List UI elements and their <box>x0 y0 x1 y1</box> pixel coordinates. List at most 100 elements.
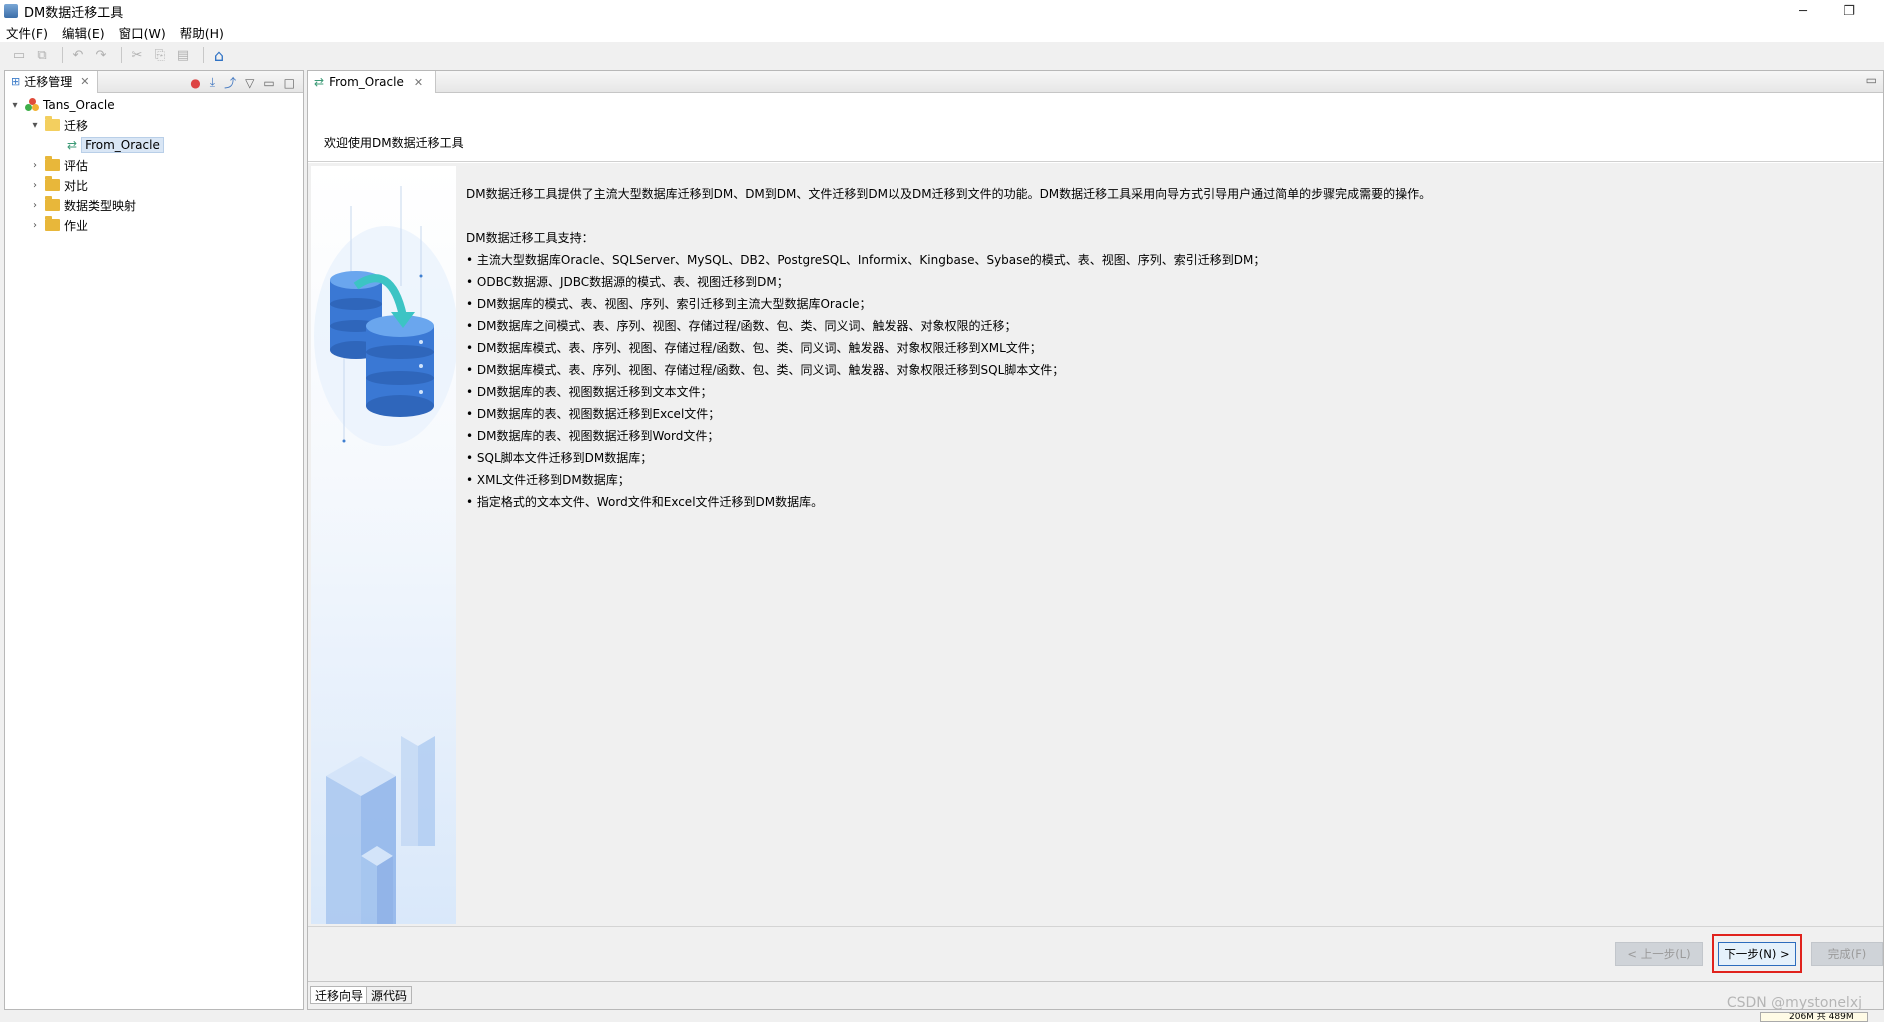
feature-item: • DM数据库模式、表、序列、视图、存储过程/函数、包、类、同义词、触发器、对象… <box>466 341 1042 355</box>
tab-source-code[interactable]: 源代码 <box>366 986 413 1004</box>
save-all-icon[interactable]: ⧉ <box>33 46 51 64</box>
editor-area: ⇄ From_Oracle ✕ ▭ 欢迎使用DM数据迁移工具 DM数据迁移工具提… <box>307 70 1884 1010</box>
feature-item: • DM数据库之间模式、表、序列、视图、存储过程/函数、包、类、同义词、触发器、… <box>466 319 1017 333</box>
copy-icon[interactable]: ⎘ <box>151 46 169 64</box>
tree-label-assess: 评估 <box>64 158 89 173</box>
menu-window[interactable]: 窗口(W) <box>119 23 166 42</box>
restore-button[interactable]: ❐ <box>1826 0 1872 22</box>
close-icon[interactable]: ✕ <box>414 76 423 89</box>
export-icon[interactable]: ⤴ <box>224 74 236 91</box>
tree-label-from-oracle: From_Oracle <box>81 137 164 153</box>
toolbar-separator <box>121 47 122 63</box>
feature-item: • ODBC数据源、JDBC数据源的模式、表、视图迁移到DM； <box>466 275 789 289</box>
wizard-description: DM数据迁移工具提供了主流大型数据库迁移到DM、DM到DM、文件迁移到DM以及D… <box>466 183 1866 513</box>
tree-label-type-mapping: 数据类型映射 <box>64 198 137 213</box>
close-icon[interactable]: ✕ <box>80 75 89 88</box>
menu-file[interactable]: 文件(F) <box>6 23 48 42</box>
editor-bottom-tabs: 迁移向导 源代码 <box>308 981 1883 1009</box>
toolbar-separator <box>203 47 204 63</box>
chevron-right-icon[interactable]: › <box>29 200 41 211</box>
editor-tab-bar: ⇄ From_Oracle ✕ ▭ <box>308 71 1883 93</box>
undo-icon[interactable]: ↶ <box>69 46 87 64</box>
panel-tools: ● ⤓ ⤴ ▽ ▭ □ <box>181 74 295 91</box>
feature-item: • DM数据库的表、视图数据迁移到Word文件； <box>466 429 720 443</box>
toolbar-separator <box>62 47 63 63</box>
tree-label-migrate: 迁移 <box>64 118 89 133</box>
memory-indicator[interactable]: 206M 共 489M <box>1760 1012 1868 1022</box>
tab-label: 迁移管理 <box>24 75 73 89</box>
save-icon[interactable]: ▭ <box>10 46 28 64</box>
wizard-header: 欢迎使用DM数据迁移工具 <box>308 94 1883 162</box>
tab-migration-wizard[interactable]: 迁移向导 <box>310 986 369 1004</box>
folder-icon <box>45 156 60 171</box>
migration-manager-panel: ⊞ 迁移管理 ✕ ● ⤓ ⤴ ▽ ▭ □ ▾ Tans_Oracle ▾ 迁移 <box>4 70 304 1010</box>
minimize-button[interactable]: ─ <box>1780 0 1826 22</box>
tree-item-compare[interactable]: › 对比 <box>5 175 303 195</box>
folder-open-icon <box>45 116 60 131</box>
finish-button[interactable]: 完成(F) <box>1811 942 1883 966</box>
chevron-right-icon[interactable]: › <box>29 180 41 191</box>
next-button[interactable]: 下一步(N) > <box>1718 942 1796 966</box>
feature-item: • 指定格式的文本文件、Word文件和Excel文件迁移到DM数据库。 <box>466 495 824 509</box>
tree-item-migrate[interactable]: ▾ 迁移 <box>5 115 303 135</box>
project-tree: ▾ Tans_Oracle ▾ 迁移 ⇄ From_Oracle › 评估 › … <box>5 93 303 235</box>
tree-item-type-mapping[interactable]: › 数据类型映射 <box>5 195 303 215</box>
database-icon-right <box>366 315 434 417</box>
minimize-icon[interactable]: ▭ <box>1866 73 1877 87</box>
tree-item-assess[interactable]: › 评估 <box>5 155 303 175</box>
tree-label-root: Tans_Oracle <box>43 98 115 112</box>
menu-edit[interactable]: 编辑(E) <box>62 23 105 42</box>
tree-item-root[interactable]: ▾ Tans_Oracle <box>5 95 303 115</box>
feature-item: • SQL脚本文件迁移到DM数据库； <box>466 451 653 465</box>
title-bar: DM数据迁移工具 ─ ❐ <box>0 0 1884 22</box>
menu-bar: 文件(F) 编辑(E) 窗口(W) 帮助(H) <box>0 22 1884 42</box>
chevron-right-icon[interactable]: › <box>29 220 41 231</box>
intro-text: DM数据迁移工具提供了主流大型数据库迁移到DM、DM到DM、文件迁移到DM以及D… <box>466 187 1432 201</box>
chevron-down-icon[interactable]: ▾ <box>9 100 21 111</box>
window-title: DM数据迁移工具 <box>24 5 124 21</box>
tree-icon: ⊞ <box>11 75 21 88</box>
migration-icon: ⇄ <box>314 75 325 89</box>
folder-icon <box>45 216 60 231</box>
feature-item: • DM数据库模式、表、序列、视图、存储过程/函数、包、类、同义词、触发器、对象… <box>466 363 1065 377</box>
project-icon <box>25 98 39 112</box>
chevron-right-icon[interactable]: › <box>29 160 41 171</box>
feature-item: • DM数据库的模式、表、视图、序列、索引迁移到主流大型数据库Oracle； <box>466 297 872 311</box>
prev-button[interactable]: < 上一步(L) <box>1615 942 1703 966</box>
cut-icon[interactable]: ✂ <box>128 46 146 64</box>
redo-icon[interactable]: ↷ <box>92 46 110 64</box>
wizard-buttons: < 上一步(L) 下一步(N) > 完成(F) <box>308 926 1883 981</box>
tree-item-jobs[interactable]: › 作业 <box>5 215 303 235</box>
maximize-icon[interactable]: □ <box>284 76 295 90</box>
feature-item: • XML文件迁移到DM数据库； <box>466 473 630 487</box>
feature-item: • DM数据库的表、视图数据迁移到Excel文件； <box>466 407 721 421</box>
tree-label-jobs: 作业 <box>64 218 89 233</box>
new-project-icon[interactable]: ● <box>190 76 200 90</box>
tab-from-oracle[interactable]: ⇄ From_Oracle ✕ <box>308 71 436 93</box>
panel-header: ⊞ 迁移管理 ✕ ● ⤓ ⤴ ▽ ▭ □ <box>5 70 303 93</box>
toolbar: ▭ ⧉ ↶ ↷ ✂ ⎘ ▤ ⌂ <box>0 42 1884 68</box>
chevron-down-icon[interactable]: ▾ <box>29 120 41 131</box>
status-bar <box>0 1012 1884 1022</box>
cube-decoration <box>326 726 435 924</box>
tab-label: From_Oracle <box>329 75 404 89</box>
tree-item-from-oracle[interactable]: ⇄ From_Oracle <box>5 135 303 155</box>
folder-icon <box>45 196 60 211</box>
database-migration-illustration <box>314 186 458 924</box>
wizard-content: DM数据迁移工具提供了主流大型数据库迁移到DM、DM到DM、文件迁移到DM以及D… <box>308 163 1883 926</box>
watermark: CSDN @mystonelxj <box>1726 995 1862 1011</box>
database-illustration <box>311 166 458 924</box>
wizard-title: 欢迎使用DM数据迁移工具 <box>324 136 464 150</box>
app-icon <box>4 4 18 18</box>
folder-icon <box>45 176 60 191</box>
minimize-icon[interactable]: ▭ <box>263 76 274 90</box>
import-icon[interactable]: ⤓ <box>210 75 215 90</box>
menu-help[interactable]: 帮助(H) <box>180 23 224 42</box>
migration-icon: ⇄ <box>67 138 78 152</box>
view-menu-icon[interactable]: ▽ <box>245 76 254 90</box>
paste-icon[interactable]: ▤ <box>174 46 192 64</box>
tab-migration-manager[interactable]: ⊞ 迁移管理 ✕ <box>5 70 99 93</box>
support-title: DM数据迁移工具支持： <box>466 231 594 245</box>
home-icon[interactable]: ⌂ <box>210 46 228 65</box>
tree-label-compare: 对比 <box>64 178 89 193</box>
